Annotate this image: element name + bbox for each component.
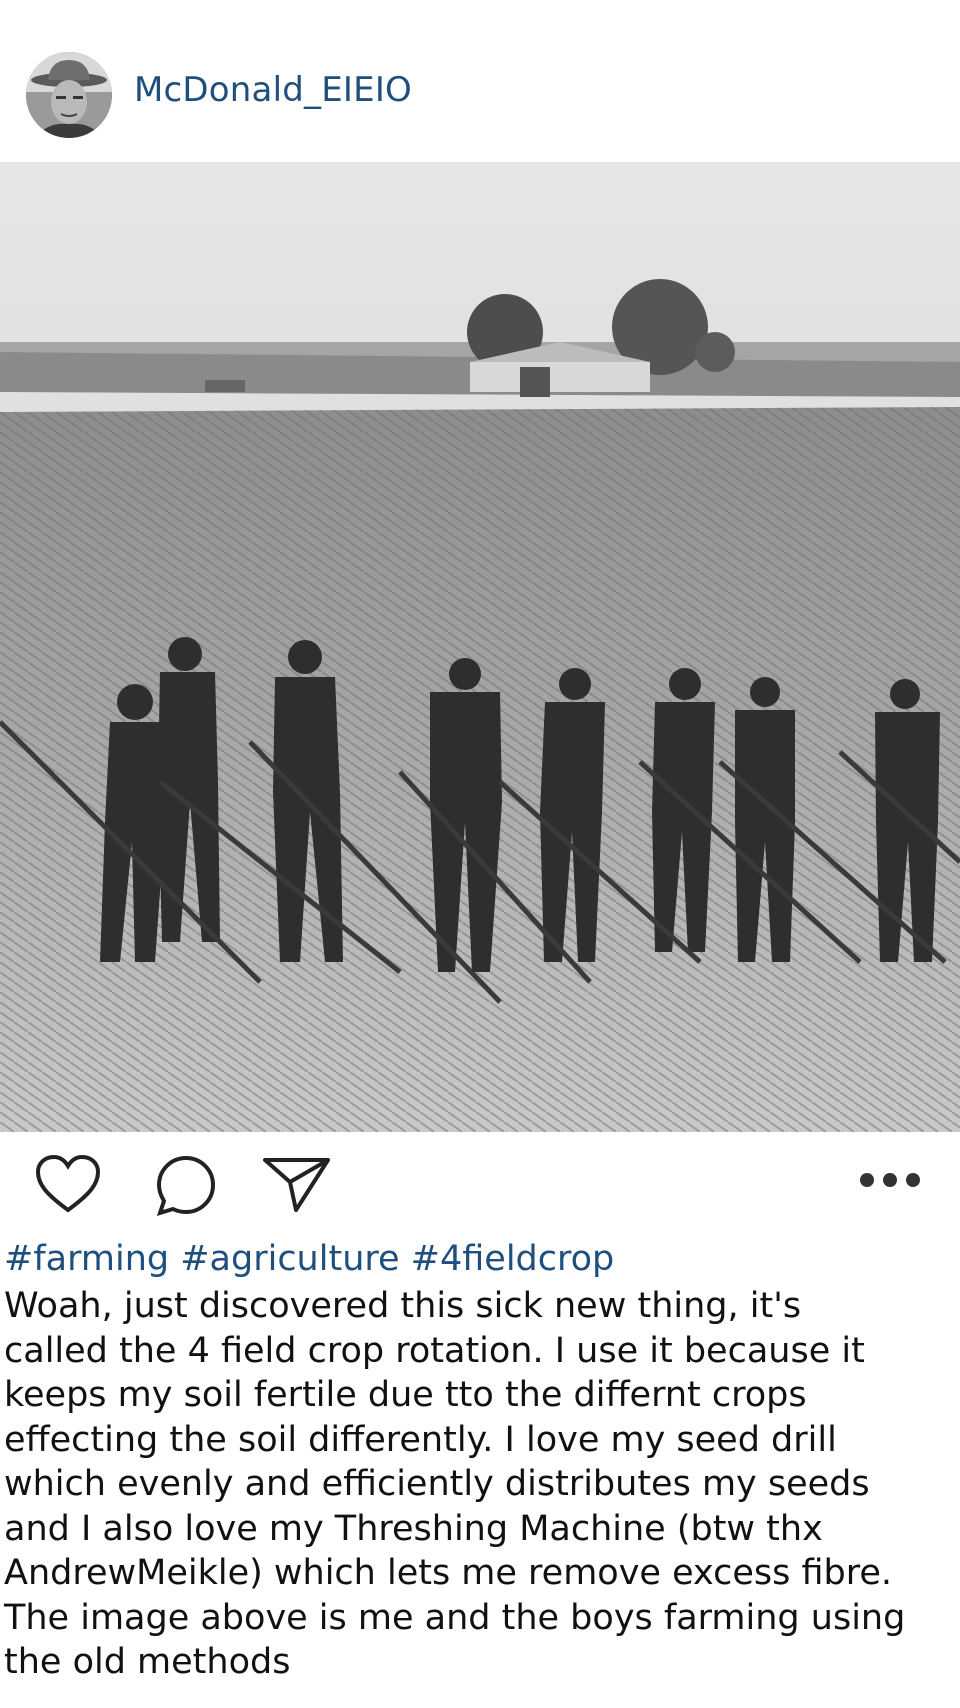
hashtags[interactable]: #farming #agriculture #4fieldcrop: [4, 1238, 614, 1280]
action-bar: [0, 1146, 960, 1218]
post-image[interactable]: [0, 162, 960, 1132]
avatar[interactable]: [26, 52, 112, 138]
more-icon[interactable]: [858, 1170, 922, 1194]
caption-text: Woah, just discovered this sick new thin…: [4, 1286, 906, 1682]
username[interactable]: McDonald_EIEIO: [134, 70, 412, 110]
send-icon[interactable]: [262, 1154, 332, 1218]
heart-icon[interactable]: [34, 1154, 102, 1218]
post-header: McDonald_EIEIO: [0, 0, 960, 162]
comment-icon[interactable]: [154, 1154, 218, 1222]
